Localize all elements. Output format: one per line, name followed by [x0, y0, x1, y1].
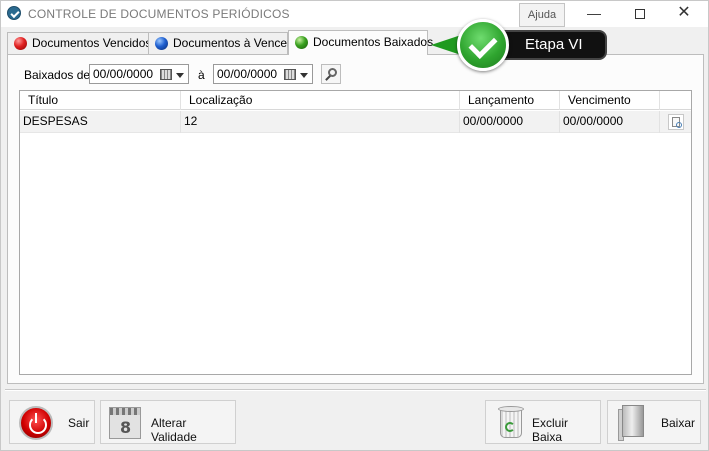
- cell-lancamento: 00/00/0000: [460, 111, 560, 133]
- box-front: [622, 405, 644, 437]
- chevron-down-icon[interactable]: [300, 73, 308, 78]
- power-icon: [19, 406, 53, 440]
- maximize-icon: [635, 9, 645, 20]
- chevron-down-icon[interactable]: [176, 73, 184, 78]
- tab-label: Documentos Baixados: [313, 35, 434, 49]
- date-to-value: 00/00/0000: [217, 67, 278, 81]
- alterar-validade-label: Alterar Validade: [151, 416, 197, 444]
- callout-label: Etapa VI: [493, 30, 607, 60]
- tab-panel: Baixados de 00/00/0000 à 00/00/0000 Títu…: [7, 54, 704, 384]
- tab-documentos-a-vencer[interactable]: Documentos à Vencer: [148, 32, 292, 54]
- cell-vencimento: 00/00/0000: [560, 111, 660, 133]
- app-window: CONTROLE DE DOCUMENTOS PERIÓDICOS Ajuda …: [0, 0, 709, 451]
- documents-grid[interactable]: Título Localização Lançamento Vencimento…: [19, 90, 692, 375]
- help-button[interactable]: Ajuda: [519, 3, 565, 27]
- search-button[interactable]: [321, 64, 341, 84]
- date-from-value: 00/00/0000: [93, 67, 154, 81]
- column-header-vencimento[interactable]: Vencimento: [560, 91, 660, 110]
- column-header-localizacao[interactable]: Localização: [181, 91, 460, 110]
- close-button[interactable]: ✕: [661, 1, 707, 27]
- calendar-rings: [110, 408, 140, 415]
- calendar-icon[interactable]: [160, 69, 172, 80]
- green-dot-icon: [295, 36, 308, 49]
- magnifier-icon: [676, 122, 682, 128]
- cell-titulo: DESPESAS: [20, 111, 181, 133]
- cell-localizacao: 12: [181, 111, 460, 133]
- recycle-icon: [505, 422, 515, 432]
- grid-header: Título Localização Lançamento Vencimento: [20, 91, 691, 110]
- view-document-button[interactable]: [668, 114, 684, 130]
- archive-box-icon: [618, 405, 646, 441]
- app-logo-icon: [7, 6, 21, 20]
- maximize-button[interactable]: [617, 1, 663, 27]
- minimize-button[interactable]: —: [571, 1, 617, 27]
- check-icon: [457, 19, 509, 71]
- window-title: CONTROLE DE DOCUMENTOS PERIÓDICOS: [28, 7, 290, 21]
- baixar-button[interactable]: Baixar: [607, 400, 701, 444]
- sair-label: Sair: [68, 416, 90, 430]
- tab-label: Documentos Vencidos: [32, 36, 152, 50]
- red-dot-icon: [14, 37, 27, 50]
- title-bar: CONTROLE DE DOCUMENTOS PERIÓDICOS Ajuda …: [1, 1, 708, 27]
- column-header-lancamento[interactable]: Lançamento: [460, 91, 560, 110]
- divider: [5, 389, 706, 391]
- date-from-field[interactable]: 00/00/0000: [89, 64, 189, 84]
- baixar-label: Baixar: [661, 416, 696, 430]
- calendar-icon: 8: [109, 407, 141, 439]
- tab-documentos-baixados[interactable]: Documentos Baixados: [288, 30, 433, 55]
- column-header-titulo[interactable]: Título: [20, 91, 181, 110]
- sair-button[interactable]: Sair: [9, 400, 95, 444]
- tab-documentos-vencidos[interactable]: Documentos Vencidos: [7, 32, 152, 54]
- calendar-number: 8: [120, 418, 132, 437]
- calendar-icon[interactable]: [284, 69, 296, 80]
- filter-label: Baixados de: [24, 68, 91, 82]
- blue-dot-icon: [155, 37, 168, 50]
- tab-label: Documentos à Vencer: [173, 36, 292, 50]
- date-to-field[interactable]: 00/00/0000: [213, 64, 313, 84]
- bin-lid: [498, 406, 524, 412]
- alterar-validade-button[interactable]: 8 Alterar Validade: [100, 400, 236, 444]
- excluir-baixa-button[interactable]: Excluir Baixa: [485, 400, 601, 444]
- filter-to-label: à: [198, 68, 205, 82]
- recycle-bin-icon: [498, 406, 524, 440]
- table-row[interactable]: DESPESAS 12 00/00/0000 00/00/0000: [20, 111, 691, 133]
- excluir-baixa-label: Excluir Baixa: [532, 416, 569, 444]
- search-icon-handle: [325, 75, 331, 81]
